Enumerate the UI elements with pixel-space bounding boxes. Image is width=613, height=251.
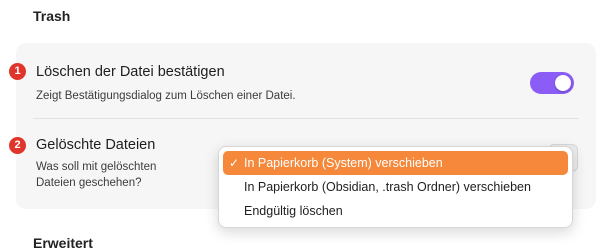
toggle-knob [555, 75, 571, 91]
dropdown-option-permanent-delete[interactable]: Endgültig löschen [223, 199, 568, 223]
section-title-advanced: Erweitert [33, 235, 93, 251]
checkmark-icon: ✓ [229, 156, 240, 170]
confirm-delete-toggle[interactable] [530, 72, 574, 94]
dropdown-option-obsidian-trash[interactable]: In Papierkorb (Obsidian, .trash Ordner) … [223, 175, 568, 199]
setting-title-deleted-files: Gelöschte Dateien [36, 137, 156, 153]
annotation-badge-2: 2 [9, 137, 26, 154]
deleted-files-dropdown-menu: ✓ In Papierkorb (System) verschieben In … [218, 146, 573, 228]
settings-divider [33, 118, 579, 119]
section-title-trash: Trash [33, 8, 71, 24]
setting-title-confirm-delete: Löschen der Datei bestätigen [36, 64, 225, 80]
dropdown-option-label: Endgültig löschen [244, 204, 343, 218]
dropdown-option-system-trash[interactable]: ✓ In Papierkorb (System) verschieben [223, 151, 568, 175]
setting-description-deleted-files-line2: Dateien geschehen? [36, 177, 142, 189]
dropdown-option-label: In Papierkorb (System) verschieben [244, 156, 443, 170]
setting-description-confirm-delete: Zeigt Bestätigungsdialog zum Löschen ein… [36, 90, 296, 102]
setting-description-deleted-files-line1: Was soll mit gelöschten [36, 161, 157, 173]
annotation-badge-1: 1 [9, 63, 26, 80]
dropdown-option-label: In Papierkorb (Obsidian, .trash Ordner) … [244, 180, 531, 194]
